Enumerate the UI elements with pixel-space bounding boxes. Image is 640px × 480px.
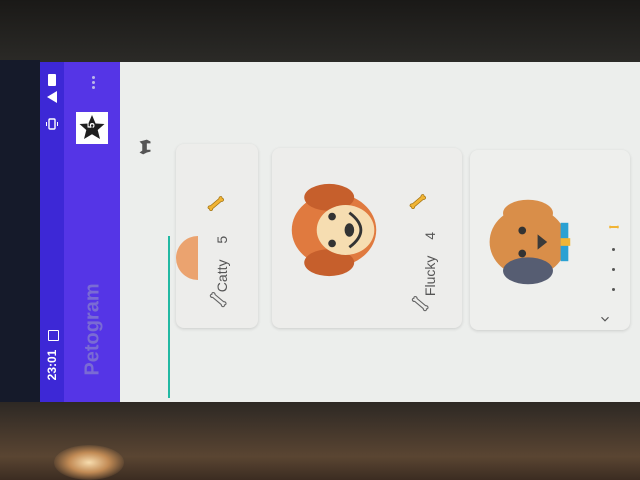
- status-bar: 23:01: [40, 62, 64, 402]
- overflow-menu-icon[interactable]: [88, 74, 98, 94]
- phone-bezel-top: [0, 0, 640, 62]
- wifi-icon: [47, 91, 57, 103]
- vibrate-icon: [46, 118, 58, 130]
- scroll-dot: [612, 288, 615, 291]
- scroll-dot: [612, 268, 615, 271]
- star-badge-button[interactable]: 5: [76, 112, 108, 144]
- pet-card-3[interactable]: [470, 150, 630, 330]
- dog-avatar-flucky: [291, 183, 377, 277]
- badge-count: 5: [86, 122, 98, 129]
- pet-score-catty: 5: [214, 235, 231, 244]
- bone-icon: [207, 196, 225, 212]
- status-time: 23:01: [45, 349, 59, 381]
- app-title: Petogram: [81, 283, 104, 376]
- dog-silhouette-icon: [139, 139, 151, 155]
- scroll-dot: [612, 248, 615, 251]
- dog-avatar: [489, 199, 571, 285]
- pet-name-flucky: Flucky: [422, 255, 439, 297]
- phone-bezel-left: [0, 60, 40, 405]
- pet-list: Catty 5 Flucky 4: [120, 62, 640, 402]
- accent-divider: [168, 236, 170, 398]
- partial-avatar: [176, 236, 198, 280]
- battery-icon: [48, 74, 56, 86]
- bone-small-icon: [609, 225, 619, 229]
- phone-screen: 23:01 5 Petogram Catty 5 Flucky 4: [40, 62, 640, 402]
- bone-icon: [409, 194, 427, 210]
- light-glare: [54, 445, 124, 480]
- notification-icon: [48, 330, 59, 341]
- app-bar: 5 Petogram: [64, 62, 120, 402]
- pet-card-flucky[interactable]: Flucky 4: [272, 148, 462, 328]
- chevron-icon: [601, 316, 609, 322]
- pet-score-flucky: 4: [422, 231, 439, 240]
